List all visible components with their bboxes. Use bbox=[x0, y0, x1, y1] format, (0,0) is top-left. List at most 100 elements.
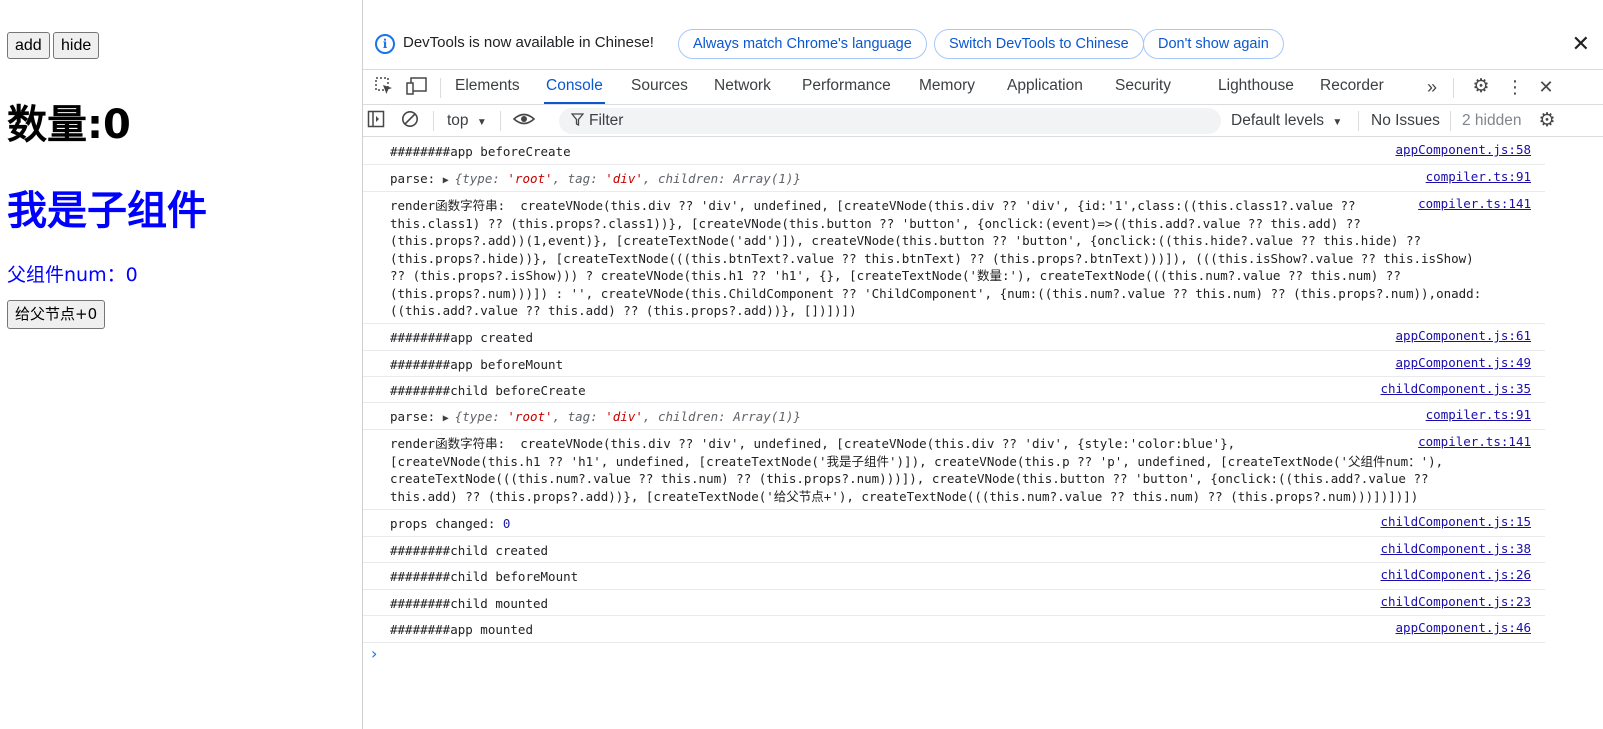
console-message: props changed: 0 childComponent.js:15 bbox=[363, 510, 1545, 537]
tab-console[interactable]: Console bbox=[544, 70, 605, 104]
console-message: parse: ▶ {type: 'root', tag: 'div', child… bbox=[363, 165, 1545, 192]
context-label: top bbox=[447, 112, 469, 129]
log-levels-dropdown[interactable]: Default levels ▼ bbox=[1231, 109, 1342, 133]
message-text: ########app mounted bbox=[390, 622, 533, 637]
message-text: parse: bbox=[390, 409, 443, 424]
more-tabs-icon[interactable]: » bbox=[1421, 76, 1443, 98]
child-num-text: 父组件num：0 bbox=[7, 264, 138, 286]
add-button[interactable]: add bbox=[7, 32, 50, 59]
chevron-down-icon: ▼ bbox=[1332, 117, 1343, 128]
issues-counter[interactable]: No Issues bbox=[1371, 109, 1440, 133]
source-link[interactable]: compiler.ts:141 bbox=[1418, 196, 1531, 211]
message-text: ########app created bbox=[390, 330, 533, 345]
sidebar-toggle-icon[interactable] bbox=[365, 110, 387, 132]
match-language-button[interactable]: Always match Chrome's language bbox=[678, 29, 927, 59]
more-options-icon[interactable]: ⋮ bbox=[1504, 76, 1526, 98]
object-preview[interactable]: {type: 'root', tag: 'div', children: Arr… bbox=[455, 171, 801, 186]
filter-input[interactable] bbox=[589, 108, 1189, 134]
source-link[interactable]: appComponent.js:46 bbox=[1396, 620, 1531, 635]
console-message: parse: ▶ {type: 'root', tag: 'div', child… bbox=[363, 403, 1545, 430]
tab-security[interactable]: Security bbox=[1113, 70, 1173, 104]
message-text: render函数字符串: createVNode(this.div ?? 'di… bbox=[390, 436, 1444, 504]
tab-application[interactable]: Application bbox=[1005, 70, 1085, 104]
tab-sources[interactable]: Sources bbox=[629, 70, 690, 104]
console-message: ########child created childComponent.js:… bbox=[363, 537, 1545, 563]
message-text: ########child beforeCreate bbox=[390, 383, 586, 398]
filter-box[interactable] bbox=[559, 108, 1221, 134]
divider bbox=[433, 111, 434, 131]
console-message: ########app created appComponent.js:61 bbox=[363, 324, 1545, 351]
console-message: ########app beforeCreate appComponent.js… bbox=[363, 138, 1545, 165]
infobar-message: DevTools is now available in Chinese! bbox=[403, 34, 654, 51]
source-link[interactable]: childComponent.js:15 bbox=[1380, 514, 1531, 529]
eye-icon[interactable] bbox=[512, 110, 536, 132]
console-message: ########child beforeMount childComponent… bbox=[363, 563, 1545, 590]
console-settings-icon[interactable]: ⚙ bbox=[1536, 110, 1558, 132]
divider bbox=[1450, 111, 1451, 131]
source-link[interactable]: compiler.ts:91 bbox=[1426, 169, 1531, 184]
divider bbox=[440, 78, 441, 98]
message-text: parse: bbox=[390, 171, 443, 186]
source-link[interactable]: childComponent.js:38 bbox=[1380, 541, 1531, 556]
divider bbox=[1358, 111, 1359, 131]
levels-label: Default levels bbox=[1231, 112, 1325, 129]
expand-triangle-icon[interactable]: ▶ bbox=[443, 172, 449, 190]
close-devtools-icon[interactable]: ✕ bbox=[1535, 76, 1557, 98]
tab-performance[interactable]: Performance bbox=[800, 70, 893, 104]
console-message: ########child beforeCreate childComponen… bbox=[363, 377, 1545, 403]
message-text: ########app beforeMount bbox=[390, 357, 564, 372]
console-prompt-icon[interactable]: › bbox=[371, 644, 377, 663]
source-link[interactable]: childComponent.js:35 bbox=[1380, 381, 1531, 396]
console-message: ########app mounted appComponent.js:46 bbox=[363, 616, 1545, 643]
source-link[interactable]: childComponent.js:23 bbox=[1380, 594, 1531, 609]
console-toolbar: top ▼ Default levels ▼ No Issues 2 hidde… bbox=[363, 105, 1603, 137]
tab-network[interactable]: Network bbox=[712, 70, 773, 104]
tab-recorder[interactable]: Recorder bbox=[1318, 70, 1386, 104]
close-icon[interactable]: ✕ bbox=[1572, 31, 1590, 57]
console-message: render函数字符串: createVNode(this.div ?? 'di… bbox=[363, 430, 1545, 510]
divider bbox=[500, 111, 501, 131]
info-icon: i bbox=[375, 34, 395, 54]
chevron-down-icon: ▼ bbox=[476, 117, 487, 128]
clear-console-icon[interactable] bbox=[399, 110, 421, 132]
object-preview[interactable]: {type: 'root', tag: 'div', children: Arr… bbox=[455, 409, 801, 424]
message-text: ########child mounted bbox=[390, 596, 549, 611]
hidden-count: 2 hidden bbox=[1462, 112, 1522, 129]
console-message: ########child mounted childComponent.js:… bbox=[363, 590, 1545, 616]
add-to-parent-button[interactable]: 给父节点+0 bbox=[7, 300, 106, 329]
tab-lighthouse[interactable]: Lighthouse bbox=[1216, 70, 1296, 104]
message-text: render函数字符串: createVNode(this.div ?? 'di… bbox=[390, 198, 1482, 318]
console-output: ########app beforeCreate appComponent.js… bbox=[363, 138, 1603, 729]
devtools-tabbar: Elements Console Sources Network Perform… bbox=[363, 69, 1603, 105]
context-selector[interactable]: top ▼ bbox=[447, 109, 487, 133]
console-message: ########app beforeMount appComponent.js:… bbox=[363, 351, 1545, 377]
divider bbox=[1453, 78, 1454, 98]
page-viewport: add hide 数量:0 我是子组件 父组件num：0 给父节点+0 bbox=[0, 0, 362, 729]
source-link[interactable]: childComponent.js:26 bbox=[1380, 567, 1531, 582]
console-message: render函数字符串: createVNode(this.div ?? 'di… bbox=[363, 192, 1545, 324]
source-link[interactable]: appComponent.js:49 bbox=[1396, 355, 1531, 370]
message-text: ########app beforeCreate bbox=[390, 144, 571, 159]
language-infobar: i DevTools is now available in Chinese! … bbox=[363, 25, 1603, 65]
message-text: ########child beforeMount bbox=[390, 569, 579, 584]
message-text: ########child created bbox=[390, 543, 549, 558]
source-link[interactable]: compiler.ts:91 bbox=[1426, 407, 1531, 422]
settings-icon[interactable]: ⚙ bbox=[1470, 76, 1492, 98]
source-link[interactable]: appComponent.js:58 bbox=[1396, 142, 1531, 157]
source-link[interactable]: compiler.ts:141 bbox=[1418, 434, 1531, 449]
expand-triangle-icon[interactable]: ▶ bbox=[443, 410, 449, 428]
message-text: props changed: bbox=[390, 516, 503, 531]
number-value: 0 bbox=[502, 516, 511, 531]
inspect-element-icon[interactable] bbox=[373, 76, 395, 98]
source-link[interactable]: appComponent.js:61 bbox=[1396, 328, 1531, 343]
dont-show-again-button[interactable]: Don't show again bbox=[1143, 29, 1284, 59]
tab-elements[interactable]: Elements bbox=[453, 70, 522, 104]
device-toolbar-icon[interactable] bbox=[406, 76, 428, 98]
count-heading: 数量:0 bbox=[7, 102, 131, 148]
child-heading: 我是子组件 bbox=[7, 188, 207, 234]
devtools-panel: i DevTools is now available in Chinese! … bbox=[362, 0, 1603, 729]
filter-icon bbox=[570, 109, 585, 133]
tab-memory[interactable]: Memory bbox=[917, 70, 977, 104]
switch-language-button[interactable]: Switch DevTools to Chinese bbox=[934, 29, 1144, 59]
hide-button[interactable]: hide bbox=[53, 32, 100, 59]
